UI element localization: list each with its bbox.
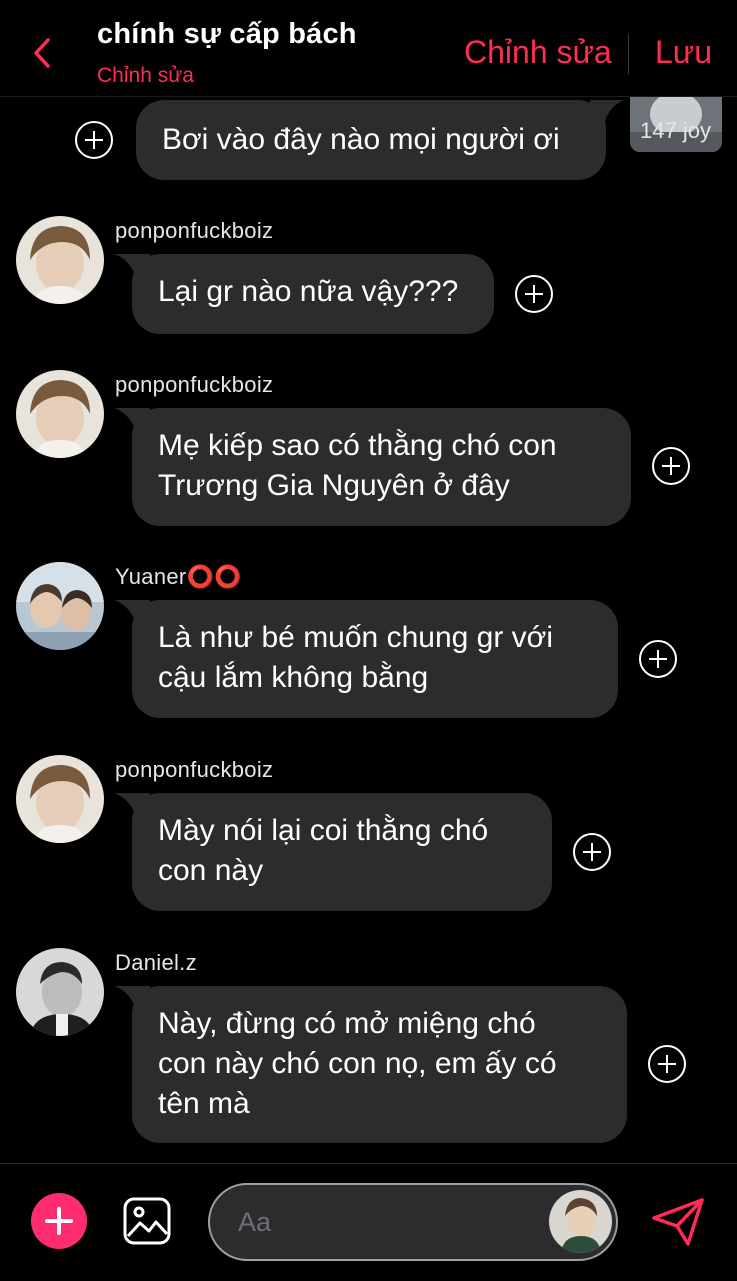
message-text: Bơi vào đây nào mọi người ơi [162, 123, 560, 156]
add-reaction-button[interactable] [652, 447, 690, 485]
message-line: tên mà [158, 1087, 250, 1120]
add-reaction-button[interactable] [639, 640, 677, 678]
sender-name: ponponfuckboiz [115, 757, 274, 782]
add-reaction-button[interactable] [515, 275, 553, 313]
add-attachment-button[interactable] [31, 1193, 87, 1249]
message-bubble[interactable]: Lại gr nào nữa vậy??? [132, 254, 494, 334]
sticker-avatar[interactable] [549, 1190, 612, 1253]
message-bubble[interactable]: Mẹ kiếp sao có thằng chó con Trương Gia … [132, 408, 631, 526]
header-divider [628, 34, 629, 74]
message-line: con này [158, 854, 264, 887]
message-line: Mẹ kiếp sao có thằng chó con [158, 429, 557, 462]
chat-subtitle[interactable]: Chỉnh sửa [97, 64, 194, 88]
avatar[interactable] [16, 948, 104, 1036]
save-button[interactable]: Lưu [655, 34, 712, 71]
add-reaction-button[interactable] [75, 121, 113, 159]
sender-name: ponponfuckboiz [115, 218, 274, 243]
avatar[interactable] [16, 562, 104, 650]
message-line: Này, đừng có mở miệng chó [158, 1007, 536, 1040]
sender-name: Daniel.z [115, 950, 197, 975]
image-icon[interactable] [122, 1196, 172, 1246]
message-line: Lại gr nào nữa vậy??? [158, 275, 459, 308]
message-line: Mày nói lại coi thằng chó [158, 814, 489, 847]
message-bubble[interactable]: Bơi vào đây nào mọi người ơi [136, 100, 606, 180]
message-line: Trương Gia Nguyên ở đây [158, 469, 510, 502]
add-reaction-button[interactable] [573, 833, 611, 871]
bubble-tail [590, 100, 624, 130]
chat-title: chính sự cấp bách [97, 18, 357, 50]
message-line: cậu lắm không bằng [158, 661, 429, 694]
message-line: Là như bé muốn chung gr với [158, 621, 553, 654]
avatar[interactable] [16, 216, 104, 304]
back-icon[interactable] [28, 36, 58, 70]
message-bubble[interactable]: Là như bé muốn chung gr với cậu lắm khôn… [132, 600, 618, 718]
edit-button[interactable]: Chỉnh sửa [464, 34, 612, 71]
chat-header: chính sự cấp bách Chỉnh sửa Chỉnh sửa Lư… [0, 0, 737, 97]
avatar[interactable] [16, 755, 104, 843]
send-icon[interactable] [650, 1196, 706, 1248]
sender-name: ponponfuckboiz [115, 372, 274, 397]
thumbnail-count: 147 joy [640, 118, 711, 143]
add-reaction-button[interactable] [648, 1045, 686, 1083]
message-bubble[interactable]: Này, đừng có mở miệng chó con này chó co… [132, 986, 627, 1143]
avatar[interactable] [16, 370, 104, 458]
sender-name: Yuaner⭕⭕ [115, 564, 242, 589]
message-bubble[interactable]: Mày nói lại coi thằng chó con này [132, 793, 552, 911]
message-line: con này chó con nọ, em ấy có [158, 1047, 557, 1080]
